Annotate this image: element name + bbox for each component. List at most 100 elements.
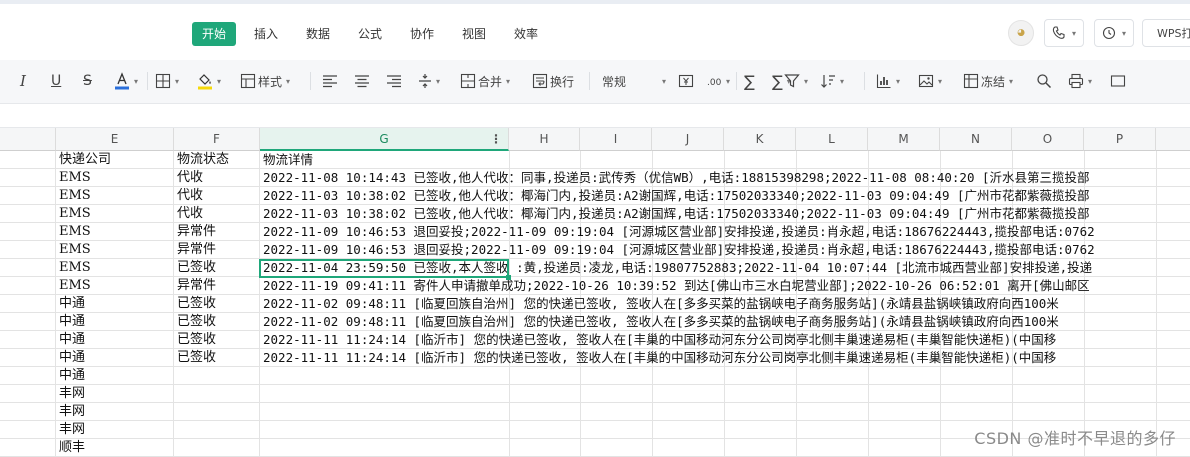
- strikethrough-button[interactable]: S: [83, 70, 92, 92]
- cell-logistics-detail[interactable]: 2022-11-11 11:24:14 [临沂市] 您的快递已签收, 签收人在[…: [260, 331, 1190, 349]
- underline-button[interactable]: U: [51, 70, 61, 92]
- style-button[interactable]: 样式 ▾: [240, 70, 290, 92]
- cell-logistics-detail[interactable]: 2022-11-19 09:41:11 寄件人申请撤单成功;2022-10-26…: [260, 277, 1190, 295]
- column-header-o[interactable]: O: [1012, 128, 1084, 151]
- row-header[interactable]: [0, 403, 56, 421]
- cell-express-company[interactable]: EMS: [56, 169, 174, 187]
- cell-logistics-status[interactable]: [174, 403, 260, 421]
- cell-logistics-status[interactable]: [174, 421, 260, 439]
- cell-logistics-detail[interactable]: 2022-11-09 10:46:53 退回妥投;2022-11-09 09:1…: [260, 223, 1190, 241]
- fill-color-button[interactable]: ▾: [197, 70, 221, 92]
- cell-express-company[interactable]: 中通: [56, 349, 174, 367]
- row-header[interactable]: [0, 241, 56, 259]
- decimal-button[interactable]: .00 ▾: [706, 70, 730, 92]
- cell-logistics-status[interactable]: 物流状态: [174, 151, 260, 169]
- cell-logistics-detail[interactable]: [260, 403, 1190, 421]
- column-header-j[interactable]: J: [652, 128, 724, 151]
- column-header-k[interactable]: K: [724, 128, 796, 151]
- column-header-h[interactable]: H: [509, 128, 580, 151]
- cell-logistics-status[interactable]: 异常件: [174, 277, 260, 295]
- cell-logistics-detail[interactable]: [260, 385, 1190, 403]
- row-header[interactable]: [0, 295, 56, 313]
- row-header[interactable]: [0, 421, 56, 439]
- column-header-q[interactable]: [1156, 128, 1190, 151]
- select-all-corner[interactable]: [0, 128, 56, 151]
- row-header[interactable]: [0, 187, 56, 205]
- cell-express-company[interactable]: EMS: [56, 241, 174, 259]
- column-menu-icon[interactable]: ⋮: [490, 128, 502, 150]
- cell-logistics-status[interactable]: 代收: [174, 169, 260, 187]
- cell-express-company[interactable]: EMS: [56, 277, 174, 295]
- cell-express-company[interactable]: 丰网: [56, 385, 174, 403]
- column-header-f[interactable]: F: [174, 128, 260, 151]
- row-header[interactable]: [0, 439, 56, 457]
- cell-logistics-status[interactable]: 已签收: [174, 331, 260, 349]
- cell-logistics-status[interactable]: [174, 439, 260, 457]
- font-color-button[interactable]: ▾: [114, 70, 138, 92]
- row-header[interactable]: [0, 277, 56, 295]
- cell-logistics-status[interactable]: 代收: [174, 187, 260, 205]
- italic-button[interactable]: I: [20, 70, 26, 92]
- find-button[interactable]: [1036, 70, 1052, 92]
- cell-logistics-detail[interactable]: 2022-11-03 10:38:02 已签收,他人代收：椰海门内,投递员:A2…: [260, 187, 1190, 205]
- cell-logistics-status[interactable]: 已签收: [174, 295, 260, 313]
- cell-logistics-detail[interactable]: 2022-11-02 09:48:11 [临夏回族自治州] 您的快递已签收, 签…: [260, 295, 1190, 313]
- cell-express-company[interactable]: EMS: [56, 223, 174, 241]
- column-header-g[interactable]: G ⋮: [260, 128, 509, 151]
- tab-home[interactable]: 开始: [192, 22, 237, 46]
- print-button[interactable]: ▾: [1068, 70, 1092, 92]
- tab-insert[interactable]: 插入: [254, 22, 278, 46]
- currency-format-button[interactable]: [678, 70, 694, 92]
- cell-logistics-detail[interactable]: 2022-11-11 11:24:14 [临沂市] 您的快递已签收, 签收人在[…: [260, 349, 1190, 367]
- align-right-button[interactable]: [386, 70, 402, 92]
- cell-logistics-detail[interactable]: 2022-11-09 10:46:53 退回妥投;2022-11-09 09:1…: [260, 241, 1190, 259]
- cell-logistics-detail[interactable]: 2022-11-04 23:59:50 已签收,本人签收 :黄,投递员:凌龙,电…: [260, 259, 1190, 277]
- cell-logistics-status[interactable]: [174, 367, 260, 385]
- chart-button[interactable]: ▾: [876, 70, 900, 92]
- align-left-button[interactable]: [322, 70, 338, 92]
- column-header-n[interactable]: N: [940, 128, 1012, 151]
- image-button[interactable]: ▾: [918, 70, 942, 92]
- freeze-button[interactable]: 冻结 ▾: [963, 70, 1013, 92]
- cell-logistics-status[interactable]: 代收: [174, 205, 260, 223]
- cell-logistics-status[interactable]: 异常件: [174, 223, 260, 241]
- tab-efficiency[interactable]: 效率: [514, 22, 538, 46]
- tab-formula[interactable]: 公式: [358, 22, 382, 46]
- cell-express-company[interactable]: 中通: [56, 331, 174, 349]
- cell-express-company[interactable]: 中通: [56, 367, 174, 385]
- cell-express-company[interactable]: 中通: [56, 295, 174, 313]
- vertical-align-button[interactable]: ▾: [418, 70, 440, 92]
- cell-logistics-status[interactable]: 已签收: [174, 313, 260, 331]
- borders-button[interactable]: ▾: [155, 70, 179, 92]
- cell-logistics-detail[interactable]: 2022-11-08 10:14:43 已签收,他人代收：同事,投递员:武传秀（…: [260, 169, 1190, 187]
- cell-express-company[interactable]: EMS: [56, 259, 174, 277]
- more-button[interactable]: [1110, 70, 1126, 92]
- row-header[interactable]: [0, 313, 56, 331]
- row-header[interactable]: [0, 331, 56, 349]
- formula-bar[interactable]: [0, 104, 1190, 128]
- cell-logistics-detail[interactable]: 2022-11-03 10:38:02 已签收,他人代收：椰海门内,投递员:A2…: [260, 205, 1190, 223]
- column-header-i[interactable]: I: [580, 128, 652, 151]
- wrap-text-button[interactable]: 换行: [532, 70, 574, 92]
- cell-logistics-detail[interactable]: [260, 367, 1190, 385]
- tab-collaborate[interactable]: 协作: [410, 22, 434, 46]
- row-header[interactable]: [0, 349, 56, 367]
- cell-express-company[interactable]: 快递公司: [56, 151, 174, 169]
- cell-express-company[interactable]: 丰网: [56, 403, 174, 421]
- merge-button[interactable]: 合并 ▾: [460, 70, 510, 92]
- cell-express-company[interactable]: EMS: [56, 187, 174, 205]
- avatar[interactable]: ◕: [1008, 20, 1034, 46]
- cell-express-company[interactable]: 丰网: [56, 421, 174, 439]
- call-button[interactable]: ▾: [1044, 19, 1084, 47]
- cell-logistics-detail[interactable]: 2022-11-02 09:48:11 [临夏回族自治州] 您的快递已签收, 签…: [260, 313, 1190, 331]
- row-header[interactable]: [0, 367, 56, 385]
- column-header-l[interactable]: L: [796, 128, 868, 151]
- wps-button[interactable]: WPS打: [1142, 19, 1190, 47]
- row-header[interactable]: [0, 259, 56, 277]
- cell-logistics-status[interactable]: [174, 385, 260, 403]
- sum-button[interactable]: ∑: [744, 70, 755, 92]
- row-header[interactable]: [0, 169, 56, 187]
- row-header[interactable]: [0, 385, 56, 403]
- align-center-button[interactable]: [354, 70, 370, 92]
- tab-view[interactable]: 视图: [462, 22, 486, 46]
